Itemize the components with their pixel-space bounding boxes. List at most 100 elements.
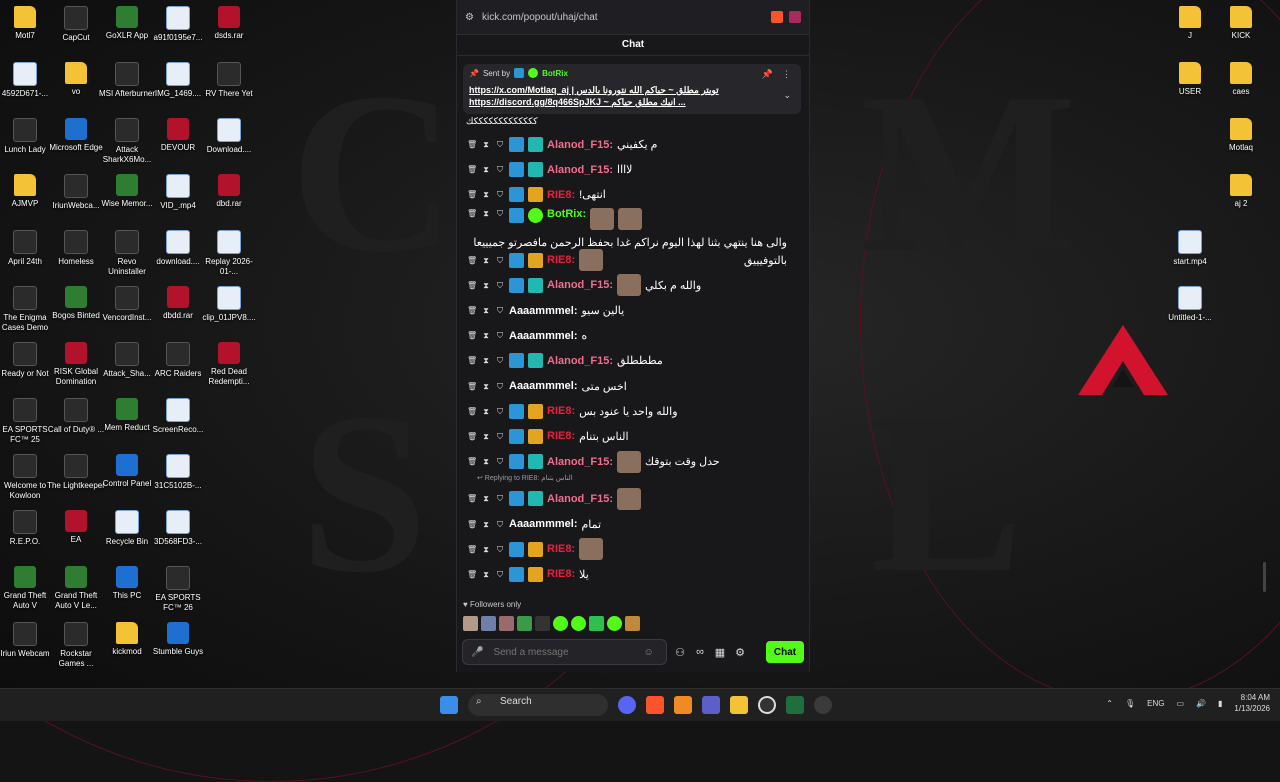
message-input[interactable]: [491, 645, 636, 659]
desktop-icon[interactable]: Homeless: [47, 230, 105, 267]
desktop-icon[interactable]: Stumble Guys: [149, 622, 207, 657]
desktop-icon[interactable]: Rockstar Games ...: [47, 622, 105, 669]
chat-message[interactable]: 🗑 ⧗ ⛉ Alanod_F15: لاااا: [467, 157, 797, 182]
desktop-icon[interactable]: Ready or Not: [0, 342, 54, 379]
desktop-icon[interactable]: Welcome to Kowloon: [0, 454, 54, 501]
chat-message[interactable]: 🗑 ⧗ ⛉ Aaaammmel: يالين سيو: [467, 298, 797, 323]
delete-icon[interactable]: 🗑: [467, 569, 477, 580]
desktop-icon[interactable]: dsds.rar: [200, 6, 258, 41]
ban-icon[interactable]: ⛉: [495, 280, 505, 291]
desktop-icon[interactable]: DEVOUR: [149, 118, 207, 153]
emote[interactable]: [553, 616, 568, 631]
delete-icon[interactable]: 🗑: [467, 189, 477, 200]
delete-icon[interactable]: 🗑: [467, 431, 477, 442]
desktop-icon[interactable]: EA SPORTS FC™ 26: [149, 566, 207, 613]
timeout-icon[interactable]: ⧗: [481, 355, 491, 366]
timeout-icon[interactable]: ⧗: [481, 456, 491, 467]
goxlr-icon[interactable]: [786, 696, 804, 714]
ban-icon[interactable]: ⛉: [495, 456, 505, 467]
desktop-icon[interactable]: Bogos Binted: [47, 286, 105, 321]
reply-context[interactable]: ↩ Replying to RIE8: الناس بتنام: [467, 474, 797, 486]
desktop-icon[interactable]: MSI Afterburner: [98, 62, 156, 99]
desktop-icon[interactable]: Iriun Webcam: [0, 622, 54, 659]
delete-icon[interactable]: 🗑: [467, 355, 477, 366]
taskbar-search[interactable]: ⌕ Search: [468, 694, 608, 716]
microphone-icon[interactable]: 🎙: [1125, 699, 1135, 708]
ban-icon[interactable]: ⛉: [495, 519, 505, 530]
chat-username[interactable]: RIE8:: [547, 430, 575, 442]
desktop-icon[interactable]: 3D568FD3-...: [149, 510, 207, 547]
desktop-icon[interactable]: The Enigma Cases Demo: [0, 286, 54, 333]
ban-icon[interactable]: ⛉: [495, 164, 505, 175]
mic-icon[interactable]: 🎤: [471, 647, 483, 658]
delete-icon[interactable]: 🗑: [467, 519, 477, 530]
desktop-icon[interactable]: The Lightkeeper: [47, 454, 105, 491]
ban-icon[interactable]: ⛉: [495, 381, 505, 392]
infinity-icon[interactable]: ∞: [693, 646, 707, 658]
desktop-icon[interactable]: Call of Duty® ...: [47, 398, 105, 435]
chat-message[interactable]: 🗑 ⧗ ⛉ RIE8: انتهى!: [467, 182, 797, 207]
send-chat-button[interactable]: Chat: [766, 641, 804, 663]
desktop-icon[interactable]: EA: [47, 510, 105, 545]
brave-rewards-icon[interactable]: [789, 11, 801, 23]
chat-username[interactable]: Aaaammmel:: [509, 380, 577, 392]
ban-icon[interactable]: ⛉: [495, 139, 505, 150]
desktop-icon[interactable]: CapCut: [47, 6, 105, 43]
clock[interactable]: 8:04 AM 1/13/2026: [1234, 692, 1270, 714]
more-options-icon[interactable]: ⋮: [782, 69, 791, 80]
ban-icon[interactable]: ⛉: [495, 431, 505, 442]
desktop-icon[interactable]: dbd.rar: [200, 174, 258, 209]
chat-username[interactable]: Aaaammmel:: [509, 518, 577, 530]
users-icon[interactable]: ⚇: [673, 646, 687, 659]
timeout-icon[interactable]: ⧗: [481, 381, 491, 392]
chat-username[interactable]: RIE8:: [547, 568, 575, 580]
chat-username[interactable]: Alanod_F15:: [547, 493, 613, 505]
desktop-icon[interactable]: Revo Uninstaller: [98, 230, 156, 277]
timeout-icon[interactable]: ⧗: [481, 280, 491, 291]
chat-username[interactable]: RIE8:: [547, 254, 575, 266]
desktop-icon[interactable]: Recycle Bin: [98, 510, 156, 547]
desktop-icon[interactable]: USER: [1161, 62, 1219, 97]
chat-username[interactable]: BotRix:: [547, 208, 586, 220]
chat-message[interactable]: 🗑 ⧗ ⛉ Alanod_F15: م يكفيني: [467, 132, 797, 157]
brave-icon[interactable]: [646, 696, 664, 714]
chevron-up-icon[interactable]: ⌃: [1106, 699, 1113, 708]
chat-username[interactable]: RIE8:: [547, 543, 575, 555]
desktop-icon[interactable]: KICK: [1212, 6, 1270, 41]
pinned-bot-name[interactable]: BotRix: [542, 69, 568, 78]
chat-scrollbar[interactable]: [1263, 562, 1266, 592]
emote[interactable]: [625, 616, 640, 631]
emote[interactable]: [499, 616, 514, 631]
delete-icon[interactable]: 🗑: [467, 456, 477, 467]
timeout-icon[interactable]: ⧗: [481, 406, 491, 417]
message-input-box[interactable]: 🎤 ☺: [462, 639, 667, 665]
desktop-icon[interactable]: GoXLR App: [98, 6, 156, 41]
ban-icon[interactable]: ⛉: [495, 406, 505, 417]
chat-username[interactable]: Alanod_F15:: [547, 139, 613, 151]
chat-message[interactable]: 🗑 ⧗ ⛉ Alanod_F15: والله م بكلي: [467, 273, 797, 298]
desktop-icon[interactable]: ScreenReco...: [149, 398, 207, 435]
settings-gear-icon[interactable]: [814, 696, 832, 714]
chat-message[interactable]: 🗑 ⧗ ⛉ Alanod_F15: حدل وقت بتوقك: [467, 449, 797, 474]
teams-icon[interactable]: [702, 696, 720, 714]
timeout-icon[interactable]: ⧗: [481, 208, 491, 219]
delete-icon[interactable]: 🗑: [467, 330, 477, 341]
chevron-down-icon[interactable]: ⌄: [783, 90, 791, 101]
battery-icon[interactable]: ▮: [1218, 699, 1222, 708]
desktop-icon[interactable]: IriunWebca...: [47, 174, 105, 211]
desktop-icon[interactable]: Untitled-1-...: [1161, 286, 1219, 323]
desktop-icon[interactable]: 4592D671-...: [0, 62, 54, 99]
brave-shield-icon[interactable]: [771, 11, 783, 23]
desktop-icon[interactable]: VencordInst...: [98, 286, 156, 323]
chat-message[interactable]: 🗑 ⧗ ⛉ RIE8: والله واحد يا عنود بس: [467, 399, 797, 424]
delete-icon[interactable]: 🗑: [467, 544, 477, 555]
desktop-icon[interactable]: caes: [1212, 62, 1270, 97]
emote[interactable]: [463, 616, 478, 631]
chat-message[interactable]: 🗑 ⧗ ⛉ Aaaammmel: ه: [467, 323, 797, 348]
chat-username[interactable]: RIE8:: [547, 405, 575, 417]
desktop-icon[interactable]: R.E.P.O.: [0, 510, 54, 547]
ban-icon[interactable]: ⛉: [495, 544, 505, 555]
webcam-icon[interactable]: [758, 696, 776, 714]
chat-message[interactable]: 🗑 ⧗ ⛉ RIE8:: [467, 537, 797, 562]
volume-icon[interactable]: 🔊: [1196, 699, 1206, 708]
